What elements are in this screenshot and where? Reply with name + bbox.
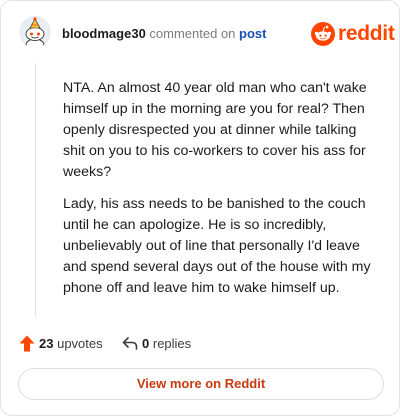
comment-header: bloodmage30 commented on post reddit — [1, 1, 400, 67]
reply-count: 0 replies — [142, 336, 191, 352]
upvote-number: 23 — [39, 336, 54, 351]
reply-arrow-icon[interactable] — [122, 336, 138, 351]
comment-embed-card: bloodmage30 commented on post reddit NTA… — [0, 0, 400, 416]
upvote-count: 23 upvotes — [39, 336, 103, 352]
username-link[interactable]: bloodmage30 — [62, 26, 146, 41]
comment-paragraph: NTA. An almost 40 year old man who can't… — [63, 80, 367, 180]
reddit-logo-icon — [311, 22, 335, 46]
comment-body: NTA. An almost 40 year old man who can't… — [63, 78, 379, 310]
reply-number: 0 — [142, 336, 150, 351]
snoo-avatar-icon[interactable] — [19, 16, 51, 48]
view-more-button[interactable]: View more on Reddit — [18, 368, 384, 400]
upvote-arrow-icon[interactable] — [19, 335, 35, 352]
brand-wordmark: reddit — [338, 22, 395, 45]
reply-label: replies — [152, 336, 192, 351]
comment-actions: 23 upvotes 0 replies — [1, 333, 400, 355]
upvote-label: upvotes — [57, 336, 103, 351]
post-link[interactable]: post — [239, 26, 266, 41]
comment-paragraph: Lady, his ass needs to be banished to th… — [63, 196, 371, 296]
action-text: commented on — [149, 26, 236, 41]
thread-line — [35, 63, 36, 317]
reddit-brand[interactable]: reddit — [311, 21, 395, 47]
comment-byline: bloodmage30 commented on post — [62, 26, 267, 42]
